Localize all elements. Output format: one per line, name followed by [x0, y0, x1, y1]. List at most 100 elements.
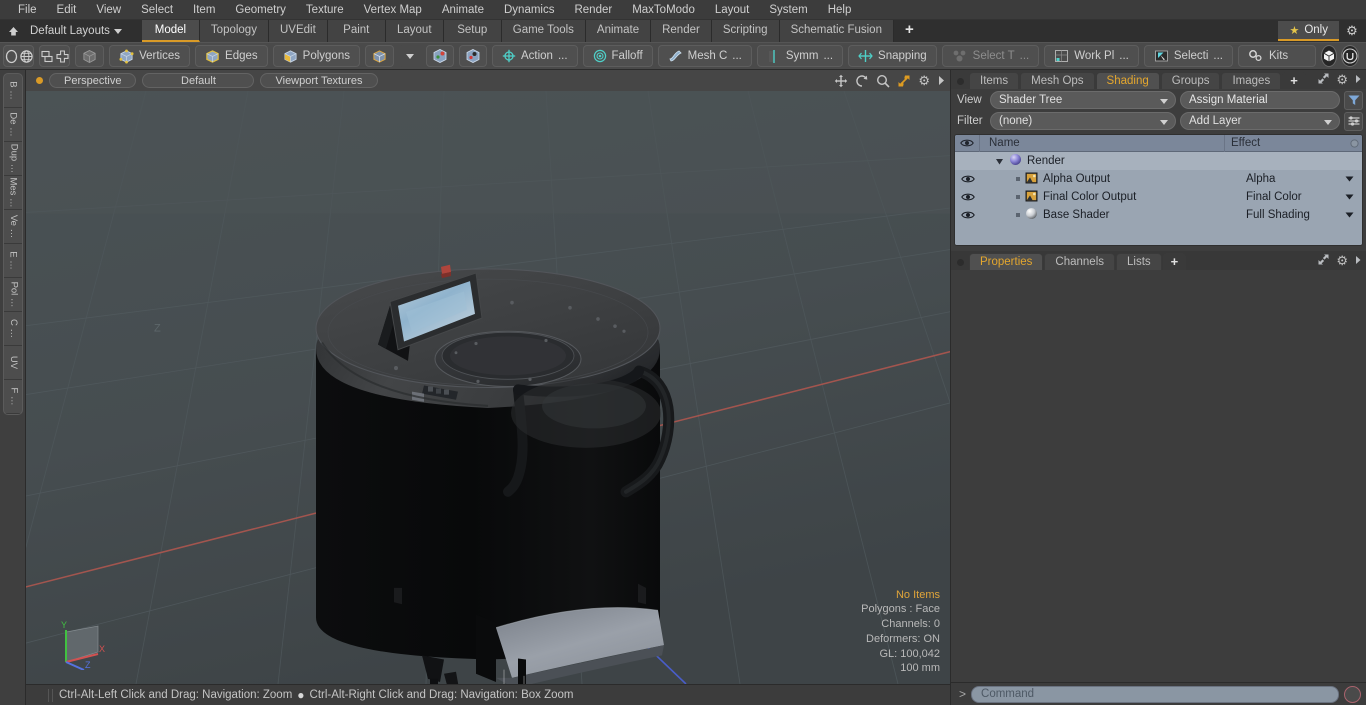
table-row[interactable]: Final Color Output Final Color — [955, 188, 1362, 206]
selection-sets-button[interactable]: Selecti ... — [1143, 45, 1233, 67]
expand-icon[interactable] — [1317, 72, 1330, 88]
tab-uvedit[interactable]: UVEdit — [268, 20, 328, 42]
menu-item-select[interactable]: Select — [131, 0, 183, 20]
tab-render[interactable]: Render — [651, 20, 712, 42]
menu-item-geometry[interactable]: Geometry — [225, 0, 296, 20]
tab-lists[interactable]: Lists — [1116, 253, 1162, 270]
gear-icon[interactable]: ⚙ — [918, 73, 930, 89]
select-through-button[interactable]: Select T ... — [941, 45, 1040, 67]
action-center-dropdown-b[interactable] — [458, 45, 487, 67]
menu-item-maxtomodo[interactable]: MaxToModo — [622, 0, 705, 20]
tab-model[interactable]: Model — [141, 20, 200, 42]
action-center-dropdown-a[interactable] — [425, 45, 454, 67]
row-effect-cell[interactable]: Final Color — [1240, 191, 1362, 203]
menu-item-layout[interactable]: Layout — [705, 0, 760, 20]
rotate-icon[interactable] — [855, 74, 869, 88]
layout-selector[interactable]: Default Layouts — [24, 25, 130, 37]
tab-game-tools[interactable]: Game Tools — [501, 20, 586, 42]
tab-channels[interactable]: Channels — [1044, 253, 1116, 270]
eye-icon[interactable] — [955, 135, 980, 152]
table-row[interactable]: Render — [955, 152, 1362, 170]
action-center-button[interactable]: Action ... — [491, 45, 578, 67]
zoom-icon[interactable] — [876, 74, 890, 88]
table-row[interactable]: Alpha Output Alpha — [955, 170, 1362, 188]
tab-topology[interactable]: Topology — [199, 20, 269, 42]
vertices-mode-button[interactable]: Vertices — [109, 45, 191, 67]
filter-dropdown[interactable]: (none) — [990, 112, 1176, 130]
falloff-button[interactable]: Falloff — [582, 45, 653, 67]
shader-tree[interactable]: Name Effect Render Alpha Output Alpha Fi… — [954, 134, 1363, 246]
column-header-name[interactable]: Name — [980, 137, 1224, 149]
only-toggle-button[interactable]: ★ Only — [1278, 21, 1339, 41]
3d-viewport[interactable]: Z No Items Polygons: Face Channels: 0 D… — [26, 91, 950, 684]
menu-item-help[interactable]: Help — [818, 0, 862, 20]
materials-mode-button[interactable] — [364, 45, 394, 67]
sidebar-tab-deform[interactable]: De … — [3, 108, 22, 142]
tab-scripting[interactable]: Scripting — [711, 20, 780, 42]
viewport-shading-style[interactable]: Default — [142, 73, 255, 88]
menu-item-animate[interactable]: Animate — [432, 0, 494, 20]
properties-menu-dot[interactable] — [957, 259, 964, 266]
sidebar-tab-falloff[interactable]: F … — [3, 380, 22, 414]
viewport-view-type[interactable]: Perspective — [49, 73, 137, 88]
row-effect-cell[interactable]: Alpha — [1240, 173, 1362, 185]
panel-menu-dot[interactable] — [957, 78, 964, 85]
row-effect-cell[interactable]: Full Shading — [1240, 209, 1362, 221]
menu-item-render[interactable]: Render — [564, 0, 622, 20]
snapping-button[interactable]: Snapping — [848, 45, 937, 67]
sliders-icon[interactable] — [1344, 111, 1363, 131]
menu-item-file[interactable]: File — [8, 0, 47, 20]
menu-item-view[interactable]: View — [86, 0, 131, 20]
tab-paint[interactable]: Paint — [327, 20, 386, 42]
menu-item-vertex-map[interactable]: Vertex Map — [354, 0, 432, 20]
menu-item-system[interactable]: System — [759, 0, 817, 20]
chevron-right-icon[interactable] — [937, 75, 946, 86]
polygons-mode-button[interactable]: Polygons — [272, 45, 360, 67]
mirror-tool-icon[interactable] — [40, 46, 55, 66]
edges-mode-button[interactable]: Edges — [195, 45, 268, 67]
work-plane-button[interactable]: Work Pl ... — [1044, 45, 1139, 67]
panel-add-tab-button[interactable]: + — [1282, 72, 1306, 89]
command-input[interactable]: Command — [971, 685, 1339, 703]
assign-material-field[interactable]: Assign Material — [1180, 91, 1340, 109]
pan-icon[interactable] — [834, 74, 848, 88]
row-visibility-toggle[interactable] — [955, 192, 980, 202]
selection-mode-dropdown[interactable] — [398, 45, 421, 67]
ellipse-tool-icon[interactable] — [4, 46, 19, 66]
tab-shading[interactable]: Shading — [1095, 72, 1160, 89]
menu-item-texture[interactable]: Texture — [296, 0, 354, 20]
axis-tool-icon[interactable] — [55, 46, 69, 66]
menu-item-dynamics[interactable]: Dynamics — [494, 0, 564, 20]
tab-layout[interactable]: Layout — [385, 20, 444, 42]
add-layer-dropdown[interactable]: Add Layer — [1180, 112, 1340, 130]
expand-triangle-icon[interactable] — [980, 157, 1004, 166]
chevron-right-icon[interactable] — [1354, 255, 1362, 268]
viewport-display-mode[interactable]: Viewport Textures — [260, 73, 378, 88]
viewport-menu-dot[interactable] — [36, 77, 43, 84]
symmetry-button[interactable]: Symm ... — [756, 45, 844, 67]
chevron-right-icon[interactable] — [1354, 74, 1362, 87]
row-visibility-toggle[interactable] — [955, 210, 980, 220]
sidebar-tab-vertex[interactable]: Ve … — [3, 210, 22, 244]
globe-tool-icon[interactable] — [19, 46, 33, 66]
add-tab-button[interactable]: + — [893, 20, 925, 42]
tab-schematic-fusion[interactable]: Schematic Fusion — [779, 20, 894, 42]
column-header-effect[interactable]: Effect — [1224, 135, 1346, 152]
sidebar-tab-polygon[interactable]: Pol … — [3, 278, 22, 312]
menu-item-edit[interactable]: Edit — [47, 0, 87, 20]
expand-icon[interactable] — [1317, 253, 1330, 269]
gear-icon[interactable]: ⚙ — [1336, 72, 1348, 88]
row-visibility-toggle[interactable] — [955, 174, 980, 184]
properties-add-tab-button[interactable]: + — [1162, 253, 1187, 270]
tab-setup[interactable]: Setup — [443, 20, 502, 42]
kits-button[interactable]: Kits — [1238, 45, 1316, 67]
tree-options-icon[interactable] — [1346, 138, 1362, 149]
tab-images[interactable]: Images — [1221, 72, 1282, 89]
substance-icon[interactable] — [1321, 45, 1337, 67]
sidebar-tab-duplicate[interactable]: Dup … — [3, 142, 22, 176]
sidebar-tab-basic[interactable]: B … — [3, 74, 22, 108]
sidebar-tab-uv[interactable]: UV — [3, 346, 22, 380]
tab-properties[interactable]: Properties — [969, 253, 1044, 270]
table-row[interactable]: Base Shader Full Shading — [955, 206, 1362, 224]
home-up-icon[interactable] — [2, 21, 24, 41]
